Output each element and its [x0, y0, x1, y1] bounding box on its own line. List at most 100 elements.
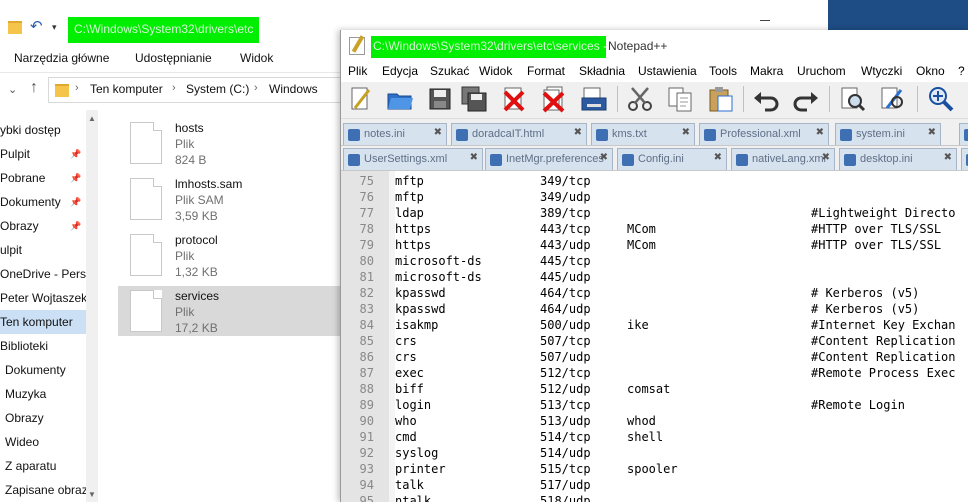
copy-icon[interactable]: [665, 84, 695, 114]
code-line[interactable]: 94 talk 517/udp: [341, 477, 968, 493]
row2-tab[interactable]: InetMgr.preferences ✖: [485, 148, 613, 170]
code-line[interactable]: 80 microsoft-ds 445/tcp: [341, 253, 968, 269]
breadcrumb-this-pc[interactable]: Ten komputer: [90, 82, 163, 96]
file-item[interactable]: protocol Plik 1,32 KB: [118, 230, 340, 280]
chevron-down-icon[interactable]: ⌄: [8, 83, 17, 96]
close-all-icon[interactable]: [539, 84, 569, 114]
close-tab-icon[interactable]: ✖: [682, 127, 690, 138]
row1-tab[interactable]: notes.ini ✖: [343, 123, 447, 145]
menu-1[interactable]: Plik: [348, 64, 367, 78]
code-line[interactable]: 88 biff 512/udp comsat: [341, 381, 968, 397]
menu-12[interactable]: Okno: [916, 64, 945, 78]
code-line[interactable]: 84 isakmp 500/udp ike #Internet Key Exchan: [341, 317, 968, 333]
code-line[interactable]: 81 microsoft-ds 445/udp: [341, 269, 968, 285]
nav-item[interactable]: Z aparatu: [0, 454, 86, 478]
nav-item[interactable]: Obrazy 📌: [0, 214, 86, 238]
menu-13[interactable]: ?: [958, 64, 965, 78]
code-line[interactable]: 87 exec 512/tcp #Remote Process Exec: [341, 365, 968, 381]
nav-item[interactable]: Wideo: [0, 430, 86, 454]
code-line[interactable]: 89 login 513/tcp #Remote Login: [341, 397, 968, 413]
file-item[interactable]: hosts Plik 824 B: [118, 118, 340, 168]
menu-11[interactable]: Wtyczki: [861, 64, 902, 78]
pin-icon[interactable]: 📌: [70, 166, 81, 190]
row1-tab[interactable]: system.ini ✖: [835, 123, 941, 145]
row2-tab[interactable]: UserSettings.xml ✖: [343, 148, 483, 170]
nav-item[interactable]: Dokumenty 📌: [0, 190, 86, 214]
breadcrumb-drive-c[interactable]: System (C:): [186, 82, 249, 96]
close-tab-icon[interactable]: ✖: [822, 152, 830, 163]
file-item[interactable]: services Plik 17,2 KB: [118, 286, 340, 336]
row1-tab[interactable]: kms.txt ✖: [591, 123, 695, 145]
menu-8[interactable]: Tools: [709, 64, 737, 78]
ribbon-tab-home[interactable]: Narzędzia główne: [14, 51, 109, 65]
menu-9[interactable]: Makra: [750, 64, 783, 78]
paste-icon[interactable]: [705, 84, 735, 114]
menu-5[interactable]: Format: [527, 64, 565, 78]
nav-item[interactable]: Peter Wojtaszek: [0, 286, 86, 310]
close-tab-icon[interactable]: ✖: [944, 152, 952, 163]
nav-item[interactable]: Biblioteki: [0, 334, 86, 358]
customize-quick-access-icon[interactable]: ▾: [52, 22, 57, 33]
print-icon[interactable]: [579, 84, 609, 114]
open-folder-icon[interactable]: [385, 84, 415, 114]
code-line[interactable]: 95 ntalk 518/udp: [341, 493, 968, 502]
close-tab-icon[interactable]: ✖: [600, 152, 608, 163]
close-tab-icon[interactable]: ✖: [816, 127, 824, 138]
new-file-icon[interactable]: [345, 84, 375, 114]
code-line[interactable]: 79 https 443/udp MCom #HTTP over TLS/SSL: [341, 237, 968, 253]
nav-item[interactable]: Obrazy: [0, 406, 86, 430]
minimize-button[interactable]: [760, 20, 770, 21]
close-tab-icon[interactable]: ✖: [574, 127, 582, 138]
code-line[interactable]: 82 kpasswd 464/tcp # Kerberos (v5): [341, 285, 968, 301]
row2-tab[interactable]: nativeLang.xml ✖: [731, 148, 835, 170]
code-line[interactable]: 90 who 513/udp whod: [341, 413, 968, 429]
chevron-right-icon[interactable]: ›: [75, 82, 79, 94]
undo-icon[interactable]: ↶: [30, 17, 43, 35]
redo-icon[interactable]: [791, 84, 821, 114]
pin-icon[interactable]: 📌: [70, 214, 81, 238]
nav-item[interactable]: Dokumenty: [0, 358, 86, 382]
close-tab-icon[interactable]: ✖: [434, 127, 442, 138]
replace-icon[interactable]: [877, 84, 907, 114]
nav-item[interactable]: Zapisane obraz: [0, 478, 86, 502]
code-line[interactable]: 75 mftp 349/tcp: [341, 173, 968, 189]
row2-tab[interactable]: Config.ini ✖: [617, 148, 727, 170]
close-tab-icon[interactable]: ✖: [470, 152, 478, 163]
menu-3[interactable]: Szukać: [430, 64, 469, 78]
save-icon[interactable]: [425, 84, 455, 114]
close-tab-icon[interactable]: ✖: [928, 127, 936, 138]
menu-6[interactable]: Składnia: [579, 64, 625, 78]
nav-item[interactable]: Pulpit 📌: [0, 142, 86, 166]
nav-item[interactable]: Muzyka: [0, 382, 86, 406]
breadcrumb-windows[interactable]: Windows: [269, 82, 318, 96]
nav-item[interactable]: Pobrane 📌: [0, 166, 86, 190]
row1-tab[interactable]: doradcaIT.html ✖: [451, 123, 587, 145]
nav-item[interactable]: Ten komputer: [0, 310, 86, 334]
close-icon[interactable]: [499, 84, 529, 114]
save-all-icon[interactable]: [459, 84, 489, 114]
scroll-down-icon[interactable]: ▼: [88, 490, 96, 499]
find-icon[interactable]: [837, 84, 867, 114]
zoom-in-icon[interactable]: [925, 84, 955, 114]
up-arrow-icon[interactable]: ↑: [30, 79, 38, 97]
code-line[interactable]: 83 kpasswd 464/udp # Kerberos (v5): [341, 301, 968, 317]
menu-2[interactable]: Edycja: [382, 64, 418, 78]
ribbon-tab-share[interactable]: Udostępnianie: [135, 51, 212, 65]
code-line[interactable]: 78 https 443/tcp MCom #HTTP over TLS/SSL: [341, 221, 968, 237]
menu-10[interactable]: Uruchom: [797, 64, 846, 78]
code-line[interactable]: 93 printer 515/tcp spooler: [341, 461, 968, 477]
code-line[interactable]: 76 mftp 349/udp: [341, 189, 968, 205]
nav-item[interactable]: OneDrive - Perso: [0, 262, 86, 286]
row1-tab[interactable]: Professional.xml ✖: [699, 123, 829, 145]
code-line[interactable]: 92 syslog 514/udp: [341, 445, 968, 461]
undo-icon[interactable]: [751, 84, 781, 114]
cut-icon[interactable]: [625, 84, 655, 114]
pin-icon[interactable]: 📌: [70, 190, 81, 214]
file-item[interactable]: lmhosts.sam Plik SAM 3,59 KB: [118, 174, 340, 224]
row2-tab[interactable]: desktop.ini ✖: [839, 148, 957, 170]
code-line[interactable]: 91 cmd 514/tcp shell: [341, 429, 968, 445]
menu-7[interactable]: Ustawienia: [638, 64, 697, 78]
row2-tab[interactable]: U: [961, 148, 968, 170]
code-line[interactable]: 77 ldap 389/tcp #Lightweight Directo: [341, 205, 968, 221]
chevron-right-icon[interactable]: ›: [172, 82, 176, 94]
